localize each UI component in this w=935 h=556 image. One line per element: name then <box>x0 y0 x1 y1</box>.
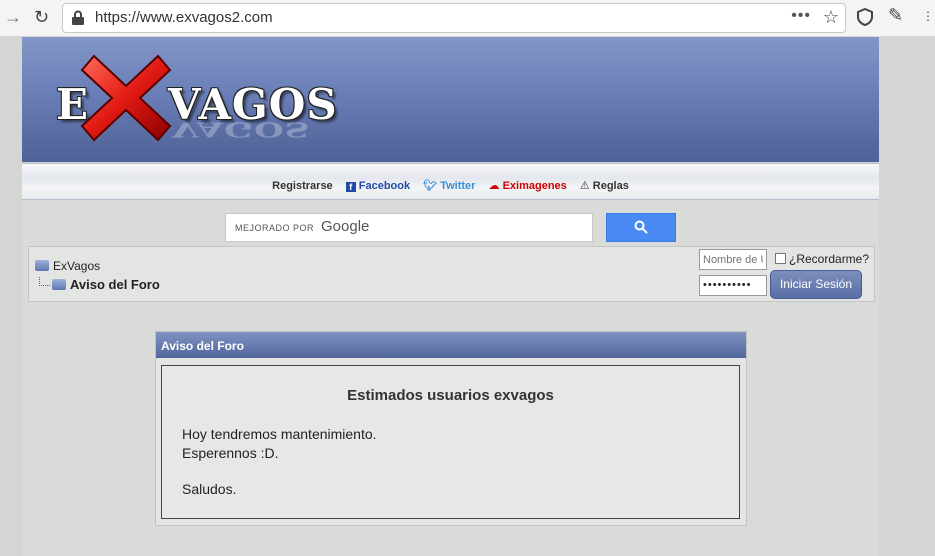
tree-connector <box>39 277 50 286</box>
x-logo-icon <box>80 54 172 142</box>
remember-me-checkbox[interactable]: ¿Recordarme? <box>775 252 869 266</box>
search-input[interactable]: MEJORADO POR Google <box>225 213 593 242</box>
page-content: MEJORADO POR Google ExVagos Aviso del Fo… <box>22 200 879 556</box>
notice-line: Esperennos :D. <box>182 445 279 461</box>
address-bar[interactable]: https://www.exvagos2.com ••• ☆ <box>62 3 846 33</box>
cloud-icon: ☁ <box>488 180 503 192</box>
eximagenes-link[interactable]: ☁ Eximagenes <box>489 180 567 192</box>
facebook-label: Facebook <box>358 180 411 192</box>
page-actions-menu-icon[interactable]: ••• <box>791 7 811 25</box>
back-arrow-icon[interactable]: → <box>4 7 22 28</box>
page-left-margin <box>0 37 22 556</box>
nav-links-bar: Registrarse f Facebook 🐦︎ Twitter ☁ Exima… <box>22 163 879 201</box>
twitter-label: Twitter <box>440 180 476 192</box>
site-header: E VAGOS VAGOS <box>22 37 879 162</box>
username-field[interactable] <box>699 249 767 270</box>
folder-icon <box>35 260 49 271</box>
page-title: Aviso del Foro <box>70 277 160 292</box>
shield-icon[interactable] <box>857 8 873 26</box>
logo-reflection: VAGOS <box>172 117 311 141</box>
notice-line: Hoy tendremos mantenimiento. <box>182 426 377 442</box>
login-button[interactable]: Iniciar Sesión <box>770 270 862 299</box>
breadcrumb-root-label: ExVagos <box>53 259 101 273</box>
bookmark-star-icon[interactable]: ☆ <box>823 7 839 28</box>
eximagenes-label: Eximagenes <box>502 180 567 192</box>
google-brand: Google <box>321 218 370 235</box>
nav-links: Registrarse f Facebook 🐦︎ Twitter ☁ Exima… <box>22 179 879 192</box>
twitter-link[interactable]: 🐦︎ Twitter <box>423 180 475 192</box>
facebook-link[interactable]: f Facebook <box>345 180 411 192</box>
breadcrumb-current: Aviso del Foro <box>39 277 160 292</box>
twitter-bird-icon: 🐦︎ <box>423 180 441 192</box>
checkbox-box[interactable] <box>775 253 786 264</box>
remember-me-label: ¿Recordarme? <box>789 252 870 266</box>
lock-icon <box>72 10 84 25</box>
browser-toolbar: → ↻ https://www.exvagos2.com ••• ☆ ✎ ⋮ <box>0 0 935 37</box>
url-text[interactable]: https://www.exvagos2.com <box>95 9 273 26</box>
extension-icon[interactable]: ✎ <box>888 5 903 26</box>
notice-signoff: Saludos. <box>182 481 237 497</box>
forum-notice-box: Aviso del Foro Estimados usuarios exvago… <box>155 331 747 526</box>
notice-header: Aviso del Foro <box>156 332 746 358</box>
notice-title: Estimados usuarios exvagos <box>347 387 554 404</box>
register-link[interactable]: Registrarse <box>272 180 333 192</box>
search-button[interactable] <box>606 213 676 242</box>
folder-open-icon <box>52 279 66 290</box>
search-enhanced-label: MEJORADO POR <box>235 223 315 233</box>
breadcrumb-root[interactable]: ExVagos <box>35 259 100 273</box>
reload-icon[interactable]: ↻ <box>34 7 49 28</box>
rules-link[interactable]: ⚠ Reglas <box>580 180 629 192</box>
overflow-menu-icon[interactable]: ⋮ <box>922 9 934 23</box>
breadcrumb-panel: ExVagos Aviso del Foro •••••••••• ¿Recor… <box>28 246 875 302</box>
warning-icon: ⚠ <box>579 180 593 192</box>
notice-body: Estimados usuarios exvagos Hoy tendremos… <box>161 365 740 519</box>
search-icon <box>634 220 648 234</box>
password-field[interactable]: •••••••••• <box>699 275 767 296</box>
facebook-icon: f <box>345 182 356 192</box>
rules-label: Reglas <box>592 180 629 192</box>
